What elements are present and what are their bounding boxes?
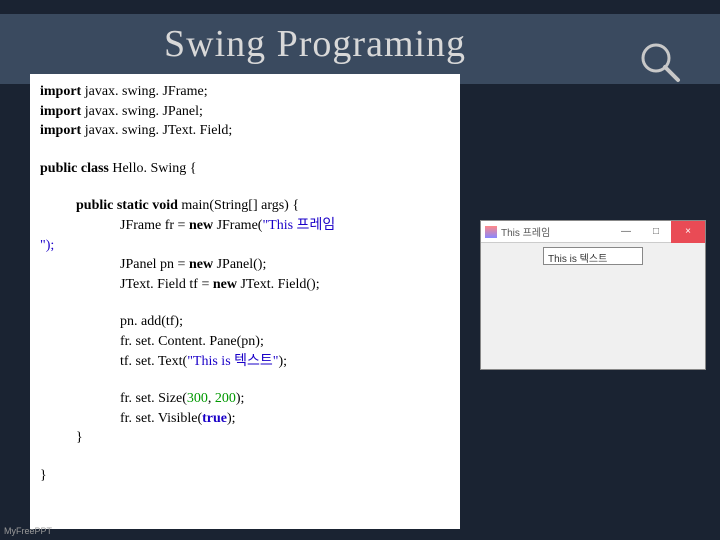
close-button[interactable]: × [671,221,705,243]
keyword: new [189,218,213,233]
code-text: ); [279,354,288,369]
code-text: Hello. Swing { [109,161,197,176]
code-text: } [76,430,83,445]
number-literal: 300 [187,391,208,406]
code-text: JText. Field tf = [120,277,213,292]
code-text: } [40,468,47,483]
code-line: } [40,466,450,486]
code-line: } [40,428,450,448]
mock-window-body: This is 텍스트 [481,243,705,369]
keyword: import [40,123,81,138]
footer-logo: MyFreePPT [4,526,52,536]
string-literal: "This is 텍스트" [187,354,278,369]
code-line: public static void main(String[] args) { [40,196,450,216]
string-literal: "); [40,238,54,253]
magnifier-icon [638,40,682,84]
code-text: JText. Field(); [237,277,320,292]
mock-window-title: This 프레임 [501,224,550,239]
code-text: tf. set. Text( [120,354,187,369]
code-text: fr. set. Size( [120,391,187,406]
code-line: fr. set. Size(300, 200); [40,389,450,409]
mock-textfield[interactable]: This is 텍스트 [543,247,643,265]
code-line: "); [40,236,450,256]
java-icon [485,226,497,238]
code-text: JPanel(); [213,257,266,272]
code-line: JPanel pn = new JPanel(); [40,255,450,275]
code-panel: import javax. swing. JFrame; import java… [30,74,460,529]
keyword: import [40,104,81,119]
mock-titlebar: This 프레임 — □ × [481,221,705,243]
maximize-button[interactable]: □ [641,221,671,243]
mock-window-controls: — □ × [611,221,705,243]
code-line: import javax. swing. JText. Field; [40,121,450,141]
code-text: JFrame fr = [120,218,189,233]
code-line: tf. set. Text("This is 텍스트"); [40,352,450,372]
code-line: JFrame fr = new JFrame("This 프레임 [40,216,450,236]
number-literal: 200 [215,391,236,406]
string-literal: "This 프레임 [262,218,335,233]
boolean-literal: true [202,411,227,426]
code-line: import javax. swing. JPanel; [40,102,450,122]
code-line: JText. Field tf = new JText. Field(); [40,275,450,295]
mock-jframe-window: This 프레임 — □ × This is 텍스트 [480,220,706,370]
code-text: , [208,391,215,406]
code-text: ); [236,391,245,406]
code-line: pn. add(tf); [40,312,450,332]
keyword: import [40,84,81,99]
code-text: javax. swing. JPanel; [81,104,203,119]
page-title: Swing Programing [164,22,466,66]
code-text: pn. add(tf); [120,314,183,329]
code-text: ); [227,411,236,426]
minimize-button[interactable]: — [611,221,641,243]
code-text: fr. set. Content. Pane(pn); [120,334,264,349]
keyword: new [213,277,237,292]
code-line: import javax. swing. JFrame; [40,82,450,102]
code-text: fr. set. Visible( [120,411,202,426]
keyword: new [189,257,213,272]
code-line: fr. set. Content. Pane(pn); [40,332,450,352]
code-line: public class Hello. Swing { [40,159,450,179]
code-text: JPanel pn = [120,257,189,272]
code-text: javax. swing. JFrame; [81,84,207,99]
code-text: main(String[] args) { [178,198,299,213]
mock-title-left: This 프레임 [485,224,550,239]
code-text: JFrame( [213,218,262,233]
code-line: fr. set. Visible(true); [40,409,450,429]
keyword: public static void [76,198,178,213]
code-text: javax. swing. JText. Field; [81,123,232,138]
keyword: public class [40,161,109,176]
